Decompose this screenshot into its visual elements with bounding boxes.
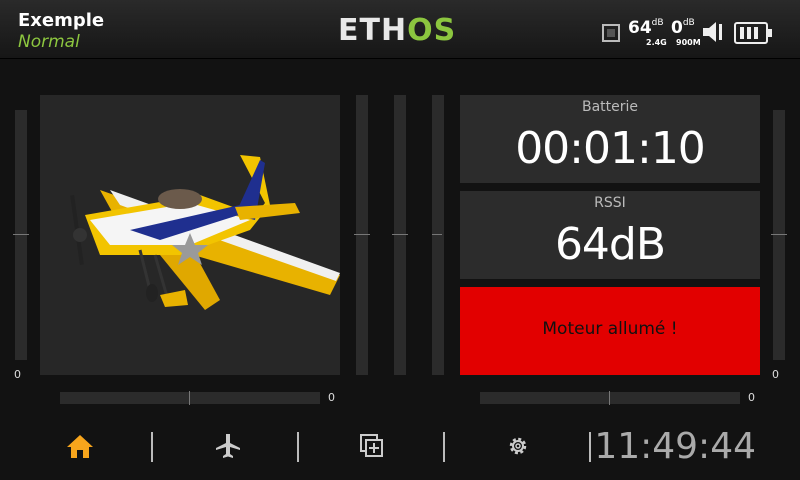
- center-right-vertical-trim[interactable]: [392, 95, 408, 375]
- right-horizontal-value: 0: [748, 391, 755, 404]
- nav-separator: [151, 432, 153, 462]
- top-bar: Exemple Normal ETHOS 64dB 2.4G 0dB 900M: [0, 0, 800, 59]
- model-image-widget[interactable]: [40, 95, 340, 375]
- flight-mode: Normal: [18, 32, 80, 52]
- bottom-nav: 11:49:44: [0, 418, 800, 480]
- left-vertical-trim[interactable]: [13, 110, 29, 360]
- home-icon: [67, 435, 93, 458]
- right-vertical-value: 0: [772, 368, 779, 381]
- receiver-icon: [602, 24, 620, 42]
- band-900-label: 900M: [676, 38, 701, 47]
- right-horizontal-trim[interactable]: [480, 391, 740, 405]
- left-horizontal-trim[interactable]: [60, 391, 320, 405]
- right-vertical-trim[interactable]: [771, 110, 787, 360]
- center-left-vertical-trim[interactable]: [354, 95, 370, 375]
- speaker-icon: [703, 22, 722, 42]
- battery-icon: [734, 22, 772, 44]
- gear-icon: [509, 437, 527, 455]
- widgets-button[interactable]: [352, 428, 392, 464]
- center-third-vertical-trim[interactable]: [432, 95, 444, 375]
- rssi-title: RSSI: [594, 195, 626, 211]
- left-horizontal-value: 0: [328, 391, 335, 404]
- widgets-icon: [360, 434, 383, 457]
- logo-main: ETH: [338, 13, 408, 48]
- rssi-widget[interactable]: RSSI 64dB: [460, 191, 760, 279]
- nav-separator: [443, 432, 445, 462]
- logo-accent: OS: [407, 13, 457, 48]
- model-name[interactable]: Exemple: [18, 10, 104, 31]
- home-button[interactable]: [60, 428, 100, 464]
- clock: 11:49:44: [594, 426, 756, 467]
- airplane-icon: [216, 434, 240, 458]
- timer-widget[interactable]: Batterie 00:01:10: [460, 95, 760, 183]
- nav-separator: [589, 432, 591, 462]
- band-24-label: 2.4G: [646, 38, 667, 47]
- alarm-widget[interactable]: Moteur allumé !: [460, 287, 760, 375]
- rssi-value: 64dB: [554, 219, 666, 270]
- model-button[interactable]: [208, 428, 248, 464]
- timer-title: Batterie: [581, 99, 639, 115]
- rssi-900-readout: 0dB: [671, 18, 695, 38]
- rssi-24-readout: 64dB: [628, 18, 664, 38]
- nav-separator: [297, 432, 299, 462]
- left-vertical-value: 0: [14, 368, 21, 381]
- timer-value: 00:01:10: [515, 123, 706, 174]
- ethos-logo: ETHOS: [338, 13, 456, 48]
- alarm-text: Moteur allumé !: [542, 319, 678, 339]
- airplane-image: [70, 155, 340, 310]
- settings-button[interactable]: [498, 428, 538, 464]
